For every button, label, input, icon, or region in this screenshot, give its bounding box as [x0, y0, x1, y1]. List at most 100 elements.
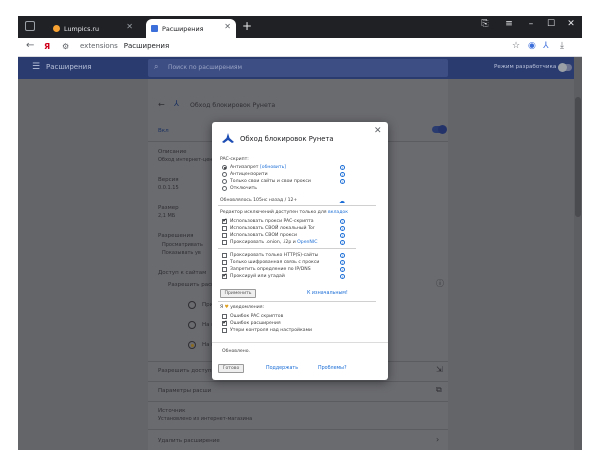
option-checkbox[interactable]: [222, 260, 227, 265]
url-field[interactable]: extensions Расширения: [80, 42, 169, 50]
info-icon[interactable]: i: [340, 179, 345, 184]
tab-close-icon[interactable]: ✕: [126, 22, 133, 31]
info-icon[interactable]: ⓘ: [436, 278, 444, 289]
url-page-title: Расширения: [123, 42, 170, 50]
chevron-right-icon[interactable]: ›: [436, 435, 439, 444]
radio-all-sites[interactable]: [188, 341, 196, 349]
new-tab-button[interactable]: +: [242, 19, 252, 33]
radio-specific-sites[interactable]: [188, 321, 196, 329]
option-checkbox[interactable]: [222, 233, 227, 238]
option-checkbox[interactable]: [222, 253, 227, 258]
search-box[interactable]: ⌕ Поиск по расширениям: [148, 59, 448, 77]
on-label: Вкл: [158, 128, 169, 134]
option-checkbox[interactable]: [222, 240, 227, 245]
editor-tabs-link[interactable]: вкладок: [328, 210, 348, 215]
tab-close-icon[interactable]: ✕: [224, 22, 231, 31]
minimize-button[interactable]: –: [524, 19, 538, 29]
extension-runet-icon[interactable]: ⅄: [543, 41, 549, 51]
info-icon[interactable]: i: [340, 274, 345, 279]
open-external-icon[interactable]: ⧉: [436, 385, 442, 395]
info-icon[interactable]: i: [340, 233, 345, 238]
search-placeholder: Поиск по расширениям: [168, 64, 243, 71]
pac-option-radio[interactable]: [222, 172, 227, 177]
tab-bar: Lumpics.ru ✕ Расширения ✕ + ⎘ ≡ – ☐ ✕: [18, 16, 582, 38]
maximize-button[interactable]: ☐: [544, 19, 558, 29]
tab-lumpics[interactable]: Lumpics.ru ✕: [48, 19, 138, 38]
notifications-label: Я ♥ уведомления:: [220, 305, 264, 310]
runet-logo-icon: [222, 133, 234, 143]
size-label: Размер: [158, 205, 179, 211]
bookmark-star-icon[interactable]: ☆: [512, 41, 520, 51]
option-checkbox[interactable]: [222, 273, 227, 279]
close-window-button[interactable]: ✕: [564, 19, 578, 29]
pac-option-radio[interactable]: [222, 179, 227, 184]
pac-option-label: Отключить: [230, 186, 257, 191]
ext-params-link[interactable]: Параметры расши: [158, 388, 211, 394]
extension-enabled-toggle[interactable]: [432, 125, 447, 134]
divider: [148, 381, 448, 382]
divider: [218, 301, 376, 302]
dev-mode-toggle[interactable]: [558, 63, 572, 72]
info-icon[interactable]: i: [340, 260, 345, 265]
yandex-logo[interactable]: Я: [44, 42, 50, 51]
download-icon[interactable]: ⤓: [560, 41, 564, 51]
bookmarks-icon[interactable]: ⎘: [478, 19, 492, 29]
menu-icon[interactable]: ≡: [502, 19, 516, 29]
pac-option-radio[interactable]: [222, 165, 227, 170]
option-checkbox[interactable]: [222, 218, 227, 224]
tab-extensions[interactable]: Расширения ✕: [146, 19, 236, 38]
size-value: 2,1 МБ: [158, 213, 176, 219]
info-icon[interactable]: i: [340, 253, 345, 258]
permissions-label: Разрешения: [158, 233, 194, 239]
back-arrow-icon[interactable]: ←: [26, 40, 34, 51]
info-icon[interactable]: i: [340, 165, 345, 170]
pac-option-radio[interactable]: [222, 186, 227, 191]
radio-on-click[interactable]: [188, 301, 196, 309]
support-link[interactable]: Поддержать: [266, 366, 298, 371]
protect-icon[interactable]: ◉: [528, 41, 536, 51]
back-arrow-icon[interactable]: ←: [158, 100, 165, 109]
option-checkbox[interactable]: [222, 267, 227, 272]
divider: [148, 429, 448, 430]
tab-title: Расширения: [162, 24, 204, 33]
problems-link[interactable]: Проблемы?: [318, 366, 347, 371]
cloud-icon: ☁: [339, 198, 345, 205]
opennic-link[interactable]: OpenNIC: [297, 240, 317, 245]
heart-icon: ♥: [224, 305, 229, 310]
info-icon[interactable]: i: [340, 267, 345, 272]
info-icon[interactable]: i: [340, 172, 345, 177]
site-settings-link[interactable]: Разрешить доступ: [158, 368, 212, 374]
updated-text: Обновлялось 105нс назад / 12+: [220, 198, 298, 203]
close-icon[interactable]: ✕: [374, 126, 382, 136]
notif-checkbox[interactable]: [222, 328, 227, 333]
option-text: Проксировать .onion, .i2p и: [230, 240, 296, 245]
done-button[interactable]: Готово: [218, 364, 244, 373]
option-label: Использовать СВОЙ локальный Tor: [230, 226, 315, 231]
notif-label: Утери контроля над настройками: [230, 328, 313, 333]
apply-button[interactable]: Применить: [220, 289, 256, 298]
tabs-overview-icon[interactable]: [25, 21, 35, 31]
divider: [218, 205, 376, 206]
pac-option-label: Только свои сайты и свои прокси: [230, 179, 311, 184]
editor-text-label: Редактор исключений доступен только для: [220, 210, 327, 215]
notif-checkbox[interactable]: [222, 314, 227, 319]
scrollbar[interactable]: [574, 57, 582, 450]
update-pac-link[interactable]: [обновить]: [260, 165, 286, 170]
remove-extension-link[interactable]: Удалить расширение: [158, 438, 220, 444]
source-value: Установлено из интернет-магазина: [158, 416, 253, 422]
open-external-icon[interactable]: ⇲: [436, 365, 443, 374]
reset-defaults-link[interactable]: К изначальным!: [307, 291, 348, 296]
option-checkbox[interactable]: [222, 226, 227, 231]
scroll-thumb[interactable]: [575, 97, 581, 217]
search-icon: ⌕: [154, 62, 159, 71]
info-icon[interactable]: i: [340, 226, 345, 231]
info-icon[interactable]: i: [340, 240, 345, 245]
site-info-icon[interactable]: ⚙: [62, 42, 69, 51]
info-icon[interactable]: i: [340, 219, 345, 224]
desc-label: Описание: [158, 149, 187, 155]
dialog-title: Обход блокировок Рунета: [240, 135, 334, 143]
notif-prefix: Я: [220, 305, 224, 310]
notif-checkbox[interactable]: [222, 320, 227, 326]
divider: [148, 401, 448, 402]
hamburger-icon[interactable]: ☰: [32, 62, 40, 72]
